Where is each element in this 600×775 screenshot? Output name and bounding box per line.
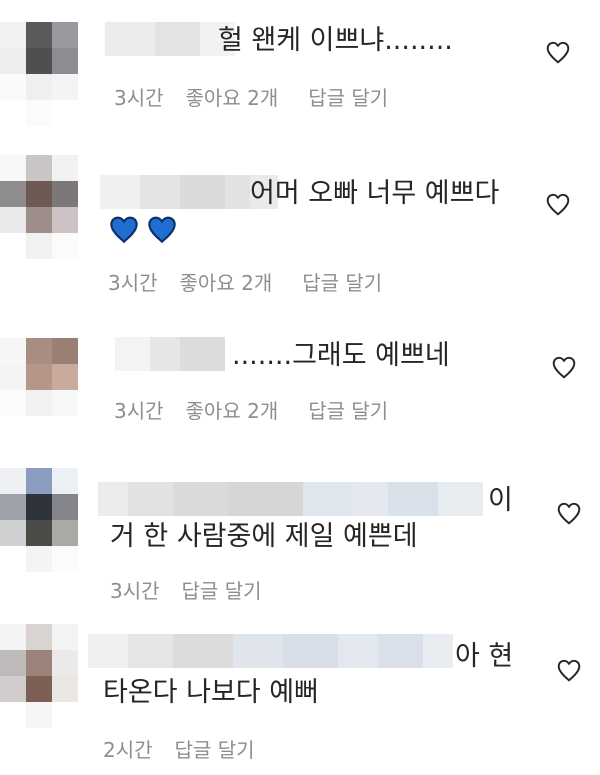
heart-outline-icon[interactable] [551, 355, 577, 379]
comment-item: 어머 오빠 너무 예쁘다 3시간 좋아요 2개 답글 달기 [0, 150, 600, 320]
comment-time: 3시간 [110, 579, 160, 603]
comment-time: 2시간 [103, 738, 153, 762]
reply-link[interactable]: 답글 달기 [308, 398, 388, 424]
blurred-username[interactable] [115, 337, 225, 371]
comment-meta: 3시간 좋아요 2개 답글 달기 [114, 85, 388, 111]
likes-count-link[interactable]: 좋아요 2개 [186, 85, 279, 111]
comment-text: 헐 왠케 이쁘냐........ [218, 25, 453, 56]
comment-time: 3시간 [108, 271, 158, 295]
heart-outline-icon[interactable] [545, 192, 571, 216]
comment-time: 3시간 [114, 399, 164, 423]
comment-meta: 3시간 좋아요 2개 답글 달기 [108, 270, 382, 296]
comment-meta: 3시간 좋아요 2개 답글 달기 [114, 398, 388, 424]
comment-item: 헐 왠케 이쁘냐........ 3시간 좋아요 2개 답글 달기 [0, 0, 600, 150]
comment-text: 이 [488, 485, 513, 516]
comment-meta: 3시간 답글 달기 [110, 578, 262, 604]
comment-meta: 2시간 답글 달기 [103, 737, 255, 763]
reply-link[interactable]: 답글 달기 [302, 270, 382, 296]
blurred-username[interactable] [88, 634, 453, 668]
likes-count-link[interactable]: 좋아요 2개 [186, 398, 279, 424]
comment-item: .......그래도 예쁘네 3시간 좋아요 2개 답글 달기 [0, 320, 600, 460]
avatar[interactable] [0, 155, 78, 259]
heart-outline-icon[interactable] [556, 501, 582, 525]
blue-heart-icon [148, 216, 176, 244]
heart-outline-icon[interactable] [556, 658, 582, 682]
avatar[interactable] [0, 22, 78, 126]
comment-text: 어머 오빠 너무 예쁘다 [250, 178, 500, 209]
likes-count-link[interactable]: 좋아요 2개 [180, 270, 273, 296]
avatar[interactable] [0, 624, 78, 728]
emoji-row [108, 214, 178, 244]
blurred-username[interactable] [105, 22, 235, 56]
comment-item: 이 거 한 사람중에 제일 예쁜데 3시간 답글 달기 [0, 460, 600, 620]
comment-text: .......그래도 예쁘네 [232, 340, 450, 371]
avatar[interactable] [0, 468, 78, 572]
comment-text: 거 한 사람중에 제일 예쁜데 [110, 521, 418, 552]
reply-link[interactable]: 답글 달기 [175, 737, 255, 763]
reply-link[interactable]: 답글 달기 [182, 578, 262, 604]
blurred-username[interactable] [98, 482, 483, 516]
comment-item: 아 현 타온다 나보다 예뻐 2시간 답글 달기 [0, 620, 600, 775]
comment-text: 타온다 나보다 예뻐 [103, 677, 319, 708]
comment-time: 3시간 [114, 86, 164, 110]
comment-text: 아 현 [455, 641, 514, 672]
blue-heart-icon [110, 216, 138, 244]
reply-link[interactable]: 답글 달기 [308, 85, 388, 111]
heart-outline-icon[interactable] [545, 40, 571, 64]
avatar[interactable] [0, 338, 78, 442]
